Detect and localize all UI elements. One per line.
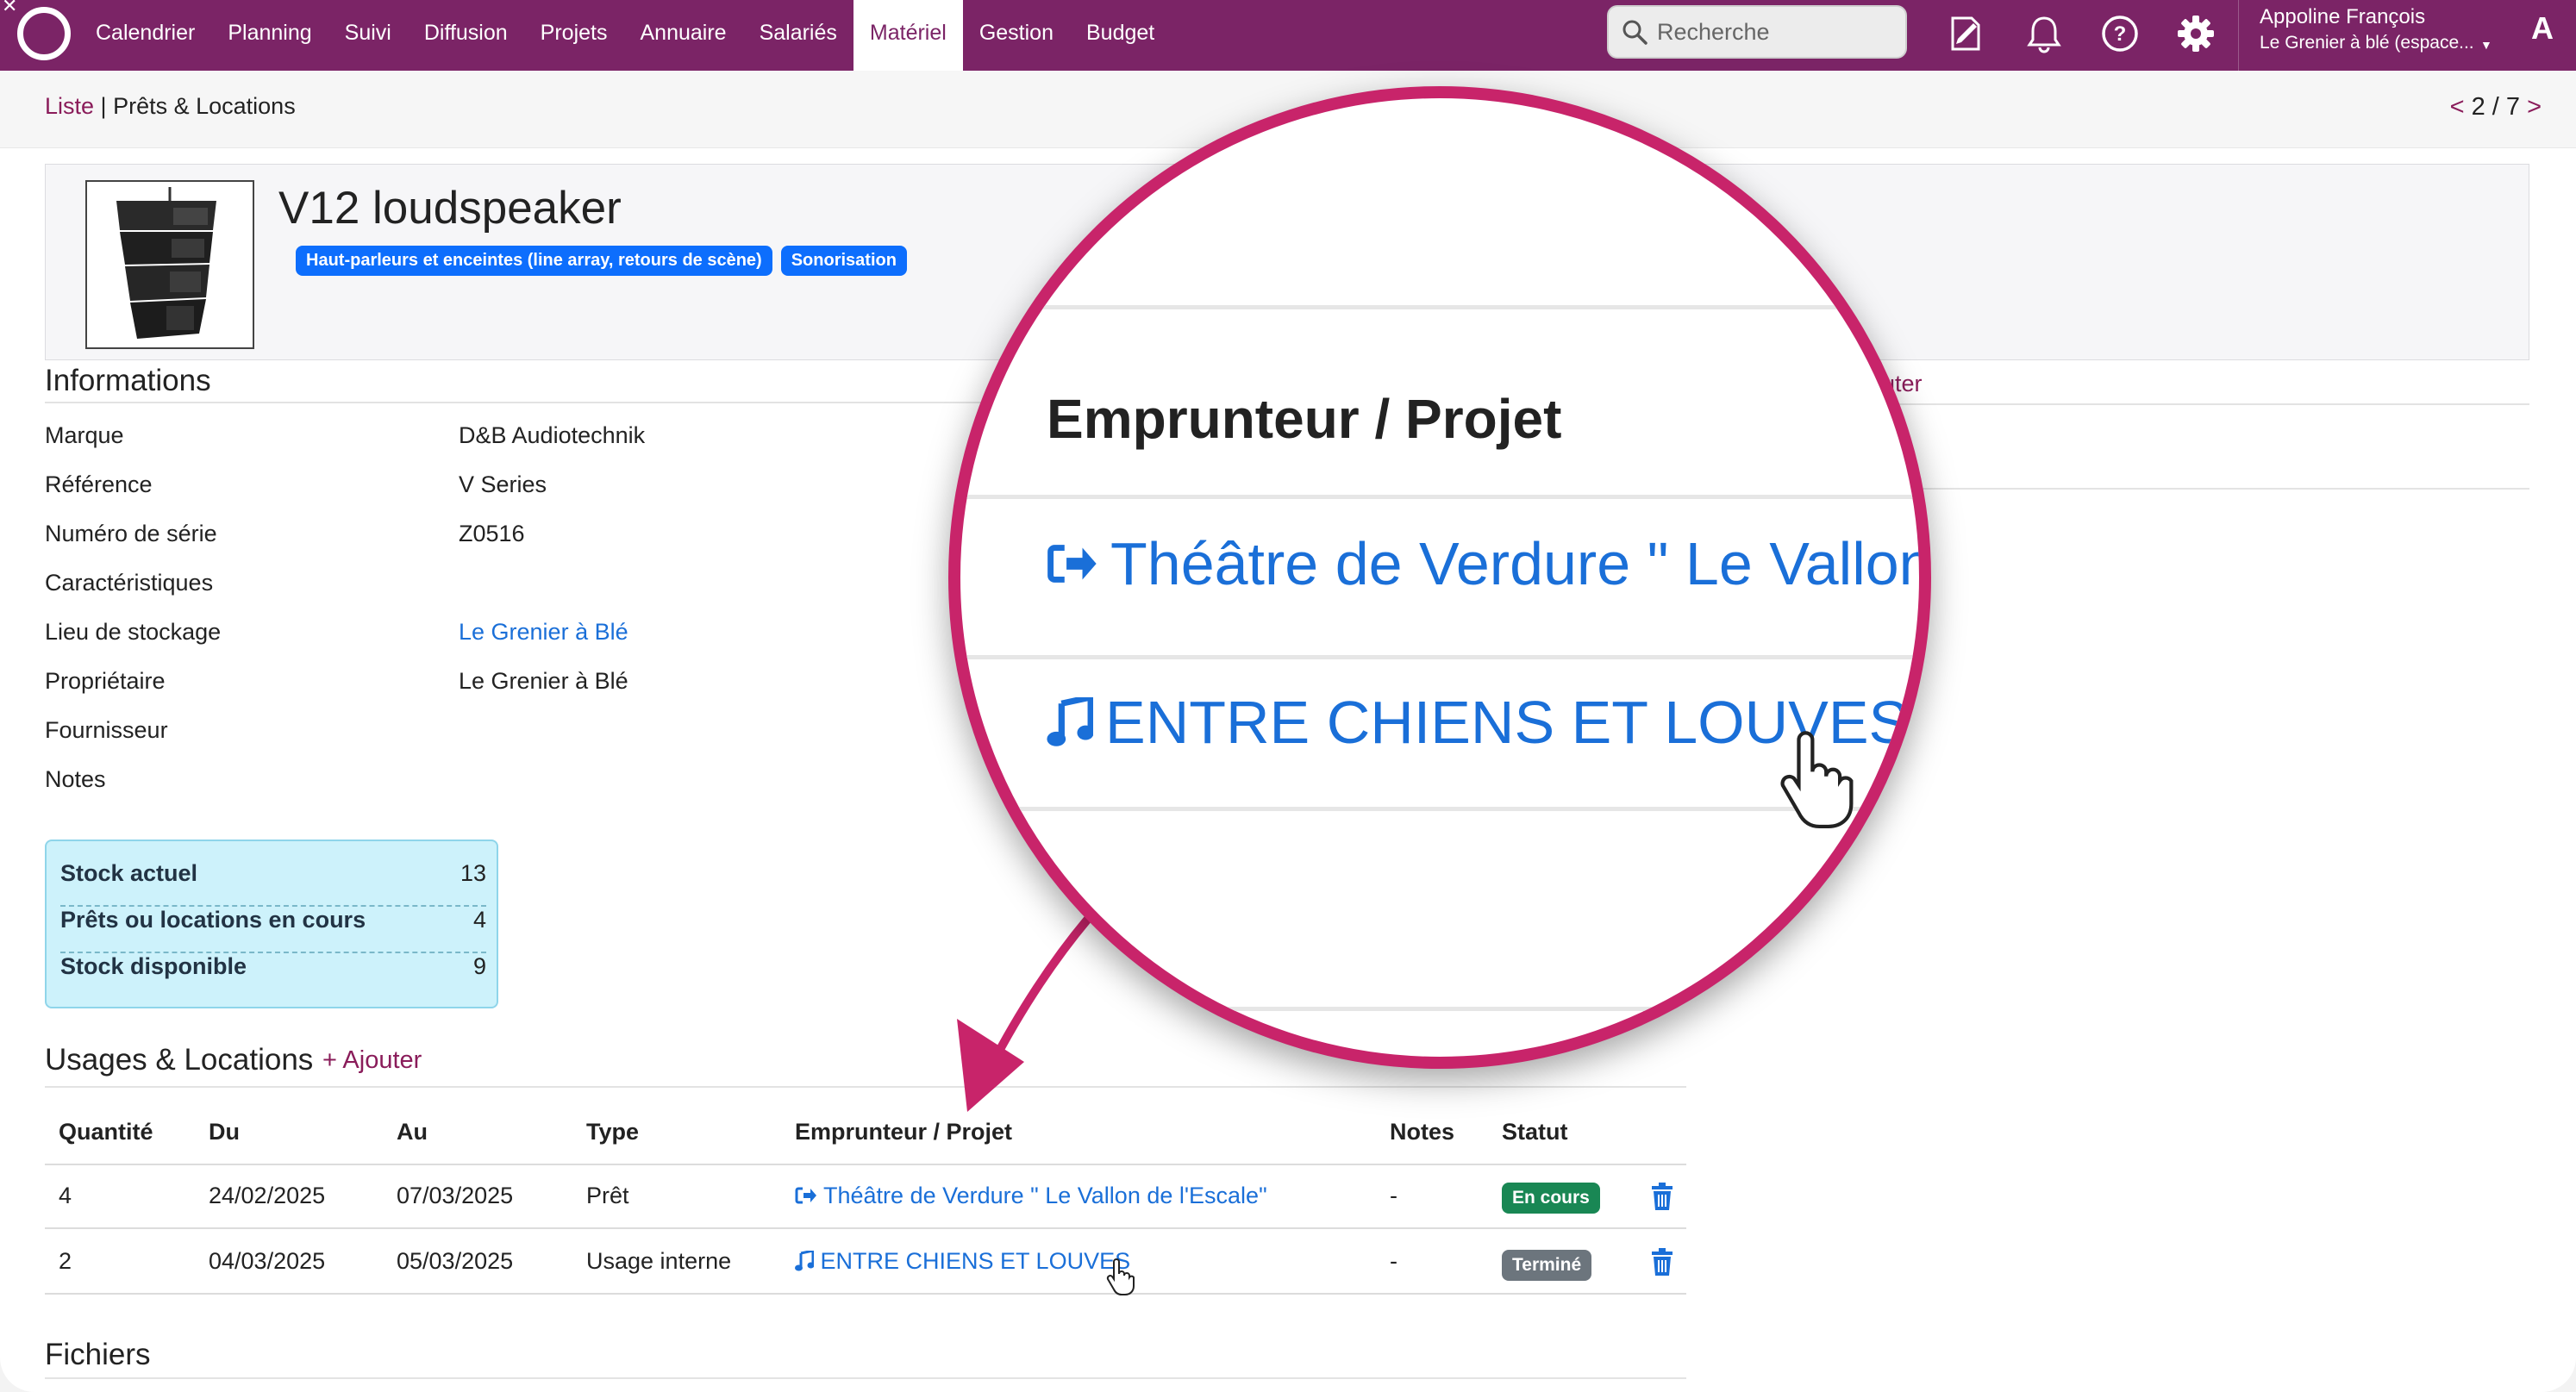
zoom-magnifier: Emprunteur / Projet Théâtre de Verdure "… — [948, 86, 1931, 1069]
app-window: ✕ Calendrier Planning Suivi Diffusion Pr… — [0, 0, 2576, 1392]
divider — [960, 655, 1919, 659]
music-note-icon — [1047, 697, 1093, 746]
mag-borrower-name: Théâtre de Verdure " Le Vallon de — [1110, 530, 1931, 597]
divider — [960, 495, 1919, 499]
divider — [960, 305, 1919, 309]
hand-pointer-icon — [1780, 731, 1854, 829]
mag-borrower-link[interactable]: Théâtre de Verdure " Le Vallon de — [1047, 529, 1931, 598]
mag-column-heading: Emprunteur / Projet — [1047, 388, 1562, 450]
sign-out-icon — [1047, 545, 1097, 583]
divider — [960, 1007, 1919, 1011]
